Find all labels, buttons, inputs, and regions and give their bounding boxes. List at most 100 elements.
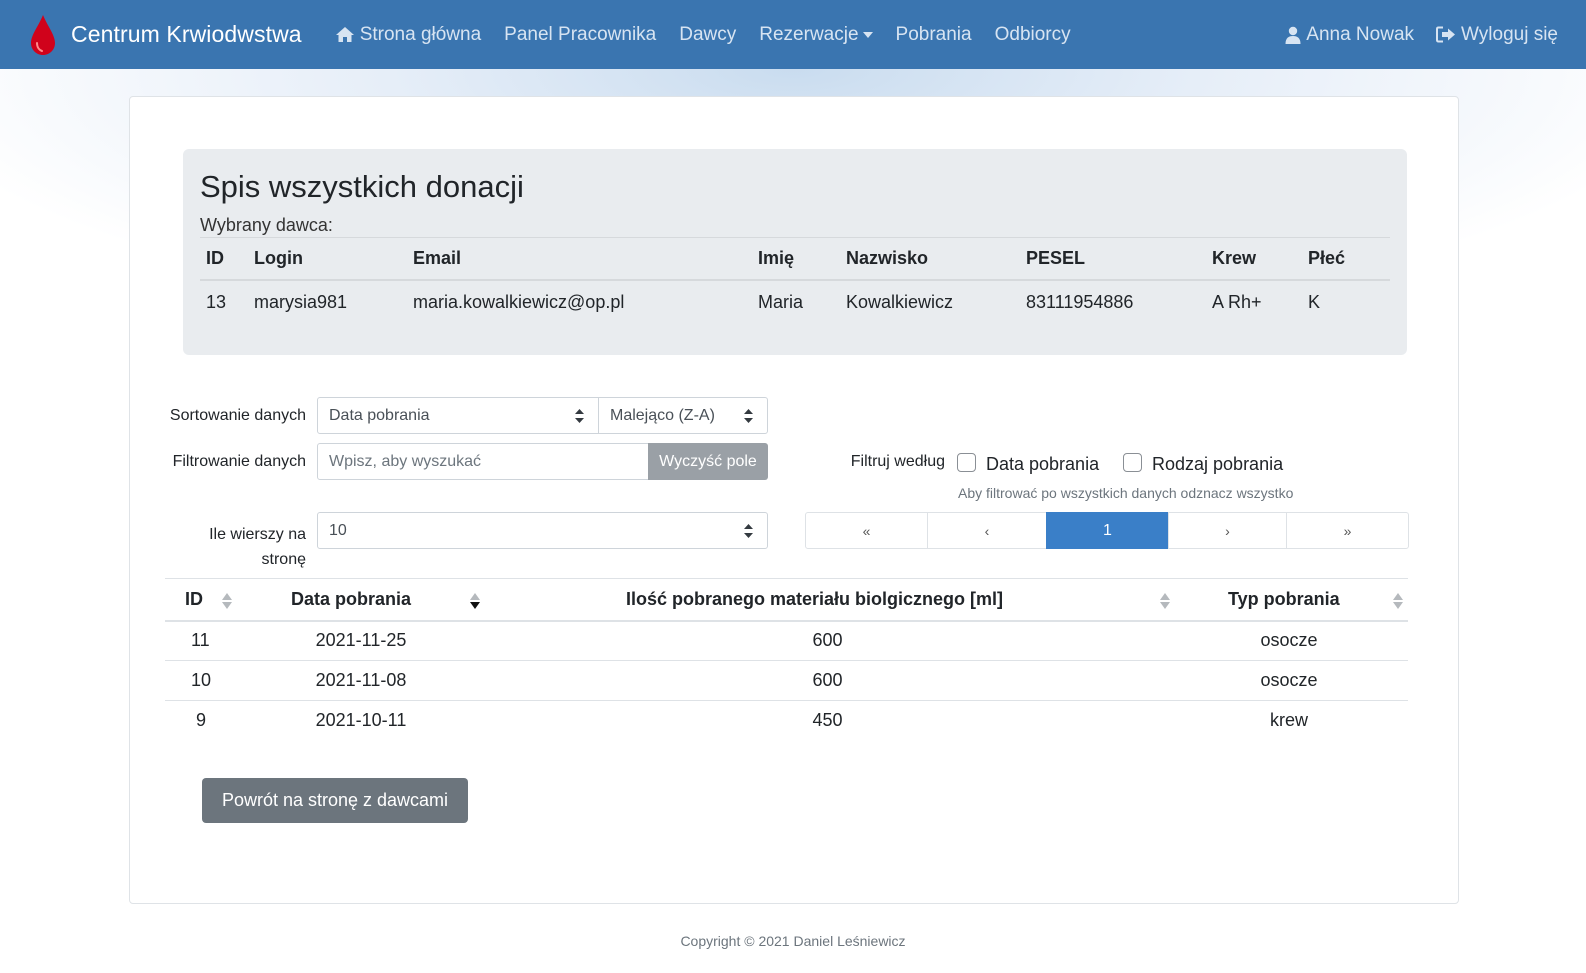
main-card: Spis wszystkich donacji Wybrany dawca: I… xyxy=(129,96,1459,904)
cell-id: 10 xyxy=(165,660,237,701)
donor-col-login: Login xyxy=(248,237,407,281)
cell-type: osocze xyxy=(1170,620,1408,661)
sort-icon xyxy=(1393,593,1403,609)
donor-col-email: Email xyxy=(407,237,752,281)
nav-collections-label: Pobrania xyxy=(895,23,972,45)
brand-name: Centrum Krwiodwstwa xyxy=(71,21,302,47)
page-title: Spis wszystkich donacji xyxy=(200,169,524,204)
footer-copyright: Copyright © 2021 Daniel Leśniewicz xyxy=(680,933,906,949)
col-id-header[interactable]: ID xyxy=(165,578,237,622)
donor-col-pesel: PESEL xyxy=(1020,237,1206,281)
page-prev-button[interactable]: ‹ xyxy=(927,512,1047,549)
donor-col-sex: Płeć xyxy=(1302,237,1390,281)
nav-home[interactable]: Strona główna xyxy=(335,24,481,46)
rows-per-page-label: Ile wierszy na stronę xyxy=(170,522,306,572)
nav-logout[interactable]: Wyloguj się xyxy=(1436,24,1558,46)
sign-out-icon xyxy=(1436,26,1456,43)
col-type-label: Typ pobrania xyxy=(1228,588,1340,609)
select-arrows-icon xyxy=(575,409,584,423)
donor-pesel: 83111954886 xyxy=(1026,291,1134,312)
donor-last-name: Kowalkiewicz xyxy=(846,291,954,312)
sort-icon xyxy=(222,593,232,609)
filter-type-checkbox[interactable] xyxy=(1123,453,1142,472)
selected-donor-label: Wybrany dawca: xyxy=(200,215,333,235)
cell-amount: 600 xyxy=(485,620,1170,661)
rows-per-page-value: 10 xyxy=(329,521,347,539)
sort-field-value: Data pobrania xyxy=(329,406,430,424)
blood-drop-icon xyxy=(31,14,55,55)
col-date-label: Data pobrania xyxy=(291,588,412,609)
nav-donors[interactable]: Dawcy xyxy=(679,24,736,46)
nav-employee-panel[interactable]: Panel Pracownika xyxy=(504,24,656,46)
donor-info-panel: Spis wszystkich donacji Wybrany dawca: I… xyxy=(183,149,1407,355)
cell-id: 9 xyxy=(196,710,207,731)
nav-links: Strona główna Panel Pracownika Dawcy Rez… xyxy=(335,24,1094,46)
home-icon xyxy=(335,27,354,42)
filter-date-label[interactable]: Data pobrania xyxy=(986,454,1099,475)
filter-date-checkbox[interactable] xyxy=(957,453,976,472)
caret-down-icon xyxy=(862,31,873,38)
page-current-button[interactable]: 1 xyxy=(1046,512,1169,549)
cell-type: osocze xyxy=(1170,660,1408,701)
rows-per-page-label-line1: Ile wierszy na xyxy=(209,526,306,543)
filter-hint: Aby filtrować po wszystkich danych odzna… xyxy=(958,485,1294,501)
filter-input[interactable]: Wpisz, aby wyszukać xyxy=(317,443,649,480)
filter-label: Filtrowanie danych xyxy=(172,453,306,470)
donor-id: 13 xyxy=(206,291,227,312)
brand[interactable]: Centrum Krwiodwstwa xyxy=(28,13,302,57)
donor-blood: A Rh+ xyxy=(1212,291,1262,312)
nav-recipients-label: Odbiorcy xyxy=(994,23,1071,45)
cell-id: 11 xyxy=(165,620,237,661)
rows-per-page-select[interactable]: 10 xyxy=(317,512,768,549)
nav-home-label: Strona główna xyxy=(359,23,482,45)
donor-col-last-name: Nazwisko xyxy=(840,237,1020,281)
nav-reservations-dropdown[interactable]: Rezerwacje xyxy=(759,23,873,46)
donor-col-first-name: Imię xyxy=(752,237,840,281)
cell-type: krew xyxy=(1269,710,1308,731)
donor-col-id: ID xyxy=(200,237,248,281)
table-row: 9 2021-10-11 450 krew xyxy=(165,701,1408,741)
cell-date: 2021-10-11 xyxy=(315,710,407,731)
page-first-button[interactable]: « xyxy=(805,512,928,549)
filter-type-label[interactable]: Rodzaj pobrania xyxy=(1152,454,1283,475)
cell-amount: 450 xyxy=(812,710,843,731)
donor-table: ID Login Email Imię Nazwisko PESEL Krew … xyxy=(200,237,1390,324)
col-date-header[interactable]: Data pobrania xyxy=(237,578,485,622)
select-arrows-icon xyxy=(744,524,753,538)
nav-user-label: Anna Nowak xyxy=(1306,23,1415,45)
col-id-label: ID xyxy=(185,588,203,609)
pagination: « ‹ 1 › » xyxy=(805,512,1409,549)
cell-date: 2021-11-25 xyxy=(237,620,485,661)
cell-amount: 600 xyxy=(485,660,1170,701)
donor-row: 13 marysia981 maria.kowalkiewicz@op.pl M… xyxy=(200,280,1390,324)
nav-user[interactable]: Anna Nowak xyxy=(1285,24,1414,46)
page-last-button[interactable]: » xyxy=(1286,512,1409,549)
donor-col-blood: Krew xyxy=(1206,237,1302,281)
cell-date: 2021-11-08 xyxy=(237,660,485,701)
sort-field-select[interactable]: Data pobrania xyxy=(317,397,599,434)
table-row: 11 2021-11-25 600 osocze xyxy=(165,620,1408,661)
donor-email: maria.kowalkiewicz@op.pl xyxy=(413,291,625,312)
filter-by-label: Filtruj według xyxy=(850,453,945,470)
col-type-header[interactable]: Typ pobrania xyxy=(1170,578,1408,622)
clear-field-button[interactable]: Wyczyść pole xyxy=(648,443,768,480)
back-to-donors-button[interactable]: Powrót na stronę z dawcami xyxy=(202,778,468,823)
donor-first-name: Maria xyxy=(758,291,804,312)
donations-table-header: ID Data pobrania Ilość pobranego materia… xyxy=(165,578,1408,622)
nav-collections[interactable]: Pobrania xyxy=(896,24,972,46)
sort-label: Sortowanie danych xyxy=(169,407,306,424)
navbar: Centrum Krwiodwstwa Strona główna Panel … xyxy=(0,0,1586,69)
select-arrows-icon xyxy=(744,409,753,423)
nav-reservations-label: Rezerwacje xyxy=(759,23,859,45)
rows-per-page-label-line2: stronę xyxy=(261,551,306,568)
donations-table: ID Data pobrania Ilość pobranego materia… xyxy=(165,578,1408,741)
nav-logout-label: Wyloguj się xyxy=(1461,23,1558,45)
nav-recipients[interactable]: Odbiorcy xyxy=(995,24,1071,46)
col-amount-label: Ilość pobranego materiału biolgicznego [… xyxy=(626,588,1004,609)
col-amount-header[interactable]: Ilość pobranego materiału biolgicznego [… xyxy=(485,578,1170,622)
sort-order-select[interactable]: Malejąco (Z-A) xyxy=(598,397,768,434)
sort-desc-icon xyxy=(470,593,480,609)
nav-right: Anna Nowak Wyloguj się xyxy=(1263,24,1558,46)
page-next-button[interactable]: › xyxy=(1168,512,1287,549)
donor-sex: K xyxy=(1308,291,1321,312)
